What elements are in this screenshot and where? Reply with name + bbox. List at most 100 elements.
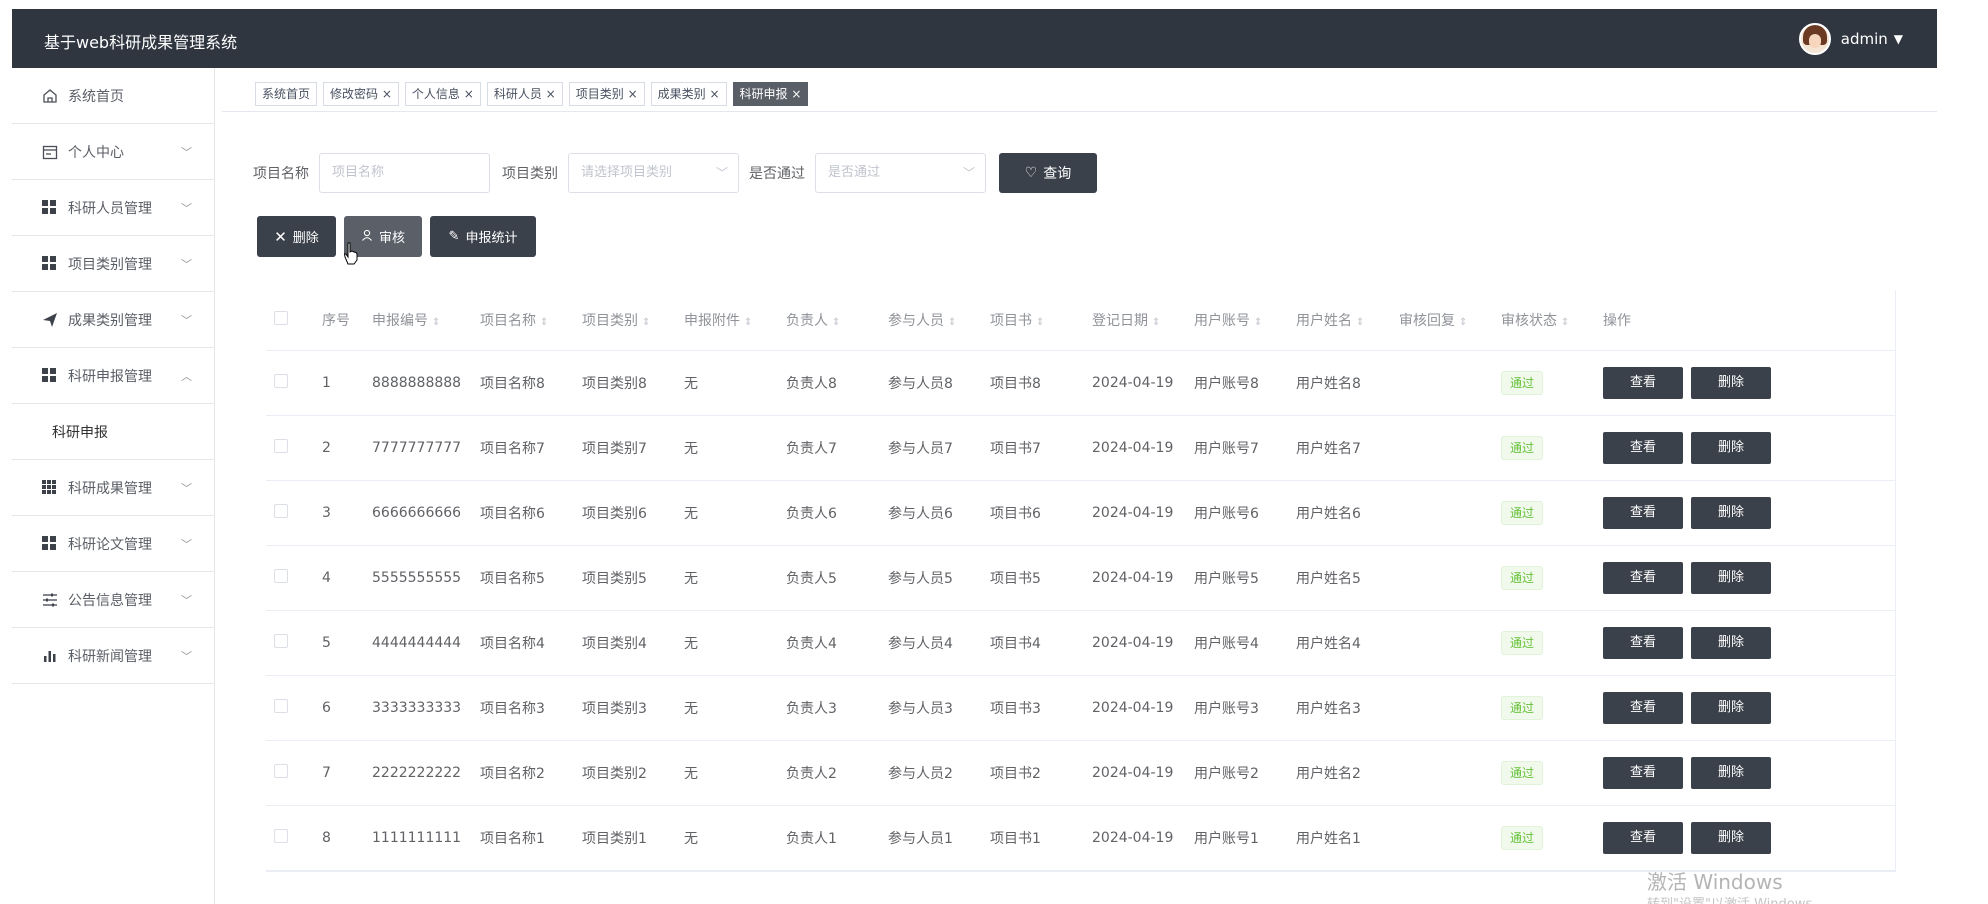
delete-button[interactable]: 删除 [1691, 757, 1771, 789]
row-checkbox-box[interactable] [274, 634, 288, 648]
cell-project-category: 项目类别1 [582, 831, 647, 847]
row-checkbox[interactable] [266, 764, 322, 782]
cell-review-status: 通过 [1501, 436, 1603, 460]
view-button[interactable]: 查看 [1603, 367, 1683, 399]
username[interactable]: admin [1841, 30, 1888, 48]
caret-down-icon[interactable]: ▼ [1894, 32, 1903, 46]
cell-user-name: 用户姓名8 [1296, 376, 1361, 392]
cell-leader: 负责人8 [786, 376, 837, 392]
row-checkbox[interactable] [266, 699, 322, 717]
delete-button[interactable]: 删除 [1691, 367, 1771, 399]
delete-button[interactable]: 删除 [1691, 432, 1771, 464]
sidebar-item-paper-mgmt[interactable]: 科研论文管理 ﹀ [12, 516, 214, 572]
cell-project-category: 项目类别4 [582, 636, 647, 652]
row-checkbox-box[interactable] [274, 569, 288, 583]
col-project-category[interactable]: 项目类别 ⇕ [582, 310, 684, 330]
tab-change-password[interactable]: 修改密码 × [323, 82, 399, 106]
project-category-select[interactable]: 请选择项目类别 ﹀ [568, 153, 739, 193]
delete-button[interactable]: 删除 [1691, 822, 1771, 854]
close-icon[interactable]: × [628, 87, 638, 101]
close-icon[interactable]: × [382, 87, 392, 101]
col-participants[interactable]: 参与人员 ⇕ [888, 310, 990, 330]
tab-home[interactable]: 系统首页 [255, 82, 318, 106]
sidebar-item-application-mgmt[interactable]: 科研申报管理 ︿ [12, 348, 214, 404]
col-review-status[interactable]: 审核状态 ⇕ [1501, 310, 1603, 330]
application-stats-button[interactable]: ✎ 申报统计 [430, 216, 536, 257]
view-button[interactable]: 查看 [1603, 432, 1683, 464]
row-checkbox-box[interactable] [274, 829, 288, 843]
tab-project-category[interactable]: 项目类别 × [568, 82, 645, 106]
row-checkbox[interactable] [266, 634, 322, 652]
row-checkbox-box[interactable] [274, 699, 288, 713]
sidebar-item-label: 科研论文管理 [68, 536, 152, 553]
row-checkbox-box[interactable] [274, 374, 288, 388]
sidebar-item-researcher-mgmt[interactable]: 科研人员管理 ﹀ [12, 180, 214, 236]
col-application-no[interactable]: 申报编号 ⇕ [372, 310, 480, 330]
delete-button[interactable]: 删除 [1691, 497, 1771, 529]
tab-researchers[interactable]: 科研人员 × [486, 82, 563, 106]
close-icon[interactable]: × [546, 87, 556, 101]
cell-user-account: 用户账号4 [1194, 636, 1259, 652]
status-badge: 通过 [1501, 371, 1544, 395]
view-button[interactable]: 查看 [1603, 627, 1683, 659]
col-user-account[interactable]: 用户账号 ⇕ [1194, 310, 1296, 330]
cell-review-status: 通过 [1501, 566, 1603, 590]
row-checkbox[interactable] [266, 569, 322, 587]
delete-button[interactable]: 删除 [1691, 692, 1771, 724]
sidebar-item-achievement-category-mgmt[interactable]: 成果类别管理 ﹀ [12, 292, 214, 348]
sidebar-item-home[interactable]: 系统首页 [12, 68, 214, 124]
delete-button[interactable]: 删除 [1691, 627, 1771, 659]
cell-application-no: 5555555555 [372, 570, 462, 586]
cell-participants: 参与人员5 [888, 571, 953, 587]
view-button[interactable]: 查看 [1603, 692, 1683, 724]
sidebar-item-news-mgmt[interactable]: 科研新闻管理 ﹀ [12, 628, 214, 684]
cell-user-account: 用户账号8 [1194, 376, 1259, 392]
app-title: 基于web科研成果管理系统 [44, 33, 238, 52]
row-checkbox-box[interactable] [274, 504, 288, 518]
cell-attachment: 无 [684, 831, 698, 847]
col-register-date[interactable]: 登记日期 ⇕ [1092, 310, 1194, 330]
row-checkbox-box[interactable] [274, 439, 288, 453]
col-project-name[interactable]: 项目名称 ⇕ [480, 310, 582, 330]
delete-button[interactable]: 删除 [1691, 562, 1771, 594]
avatar[interactable] [1798, 23, 1831, 55]
chevron-down-icon: ﹀ [181, 314, 192, 327]
col-leader[interactable]: 负责人 ⇕ [786, 310, 888, 330]
view-button[interactable]: 查看 [1603, 562, 1683, 594]
sidebar-subitem-application[interactable]: 科研申报 [12, 404, 214, 460]
view-button[interactable]: 查看 [1603, 497, 1683, 529]
sidebar-item-project-category-mgmt[interactable]: 项目类别管理 ﹀ [12, 236, 214, 292]
cell-operations: 查看 删除 [1603, 627, 1783, 659]
close-icon[interactable]: × [709, 87, 719, 101]
row-checkbox-box[interactable] [274, 764, 288, 778]
table-header: 序号 申报编号 ⇕ 项目名称 ⇕ 项目类别 ⇕ 申报附件 ⇕ 负责人 ⇕ 参与人员 ⇕ 项目… [266, 290, 1895, 351]
sidebar-item-personal-center[interactable]: 个人中心 ﹀ [12, 124, 214, 180]
top-bar: 基于web科研成果管理系统 admin ▼ [12, 9, 1937, 68]
col-attachment[interactable]: 申报附件 ⇕ [684, 310, 786, 330]
batch-delete-button[interactable]: ✕ 删除 [257, 216, 336, 257]
close-icon[interactable]: × [464, 87, 474, 101]
sidebar-item-label: 科研申报 [52, 424, 108, 441]
select-all-checkbox[interactable] [274, 311, 288, 325]
row-checkbox[interactable] [266, 504, 322, 522]
row-checkbox[interactable] [266, 439, 322, 457]
col-review-reply[interactable]: 审核回复 ⇕ [1399, 310, 1501, 330]
col-proposal[interactable]: 项目书 ⇕ [990, 310, 1092, 330]
sidebar-item-label: 科研申报管理 [68, 368, 152, 385]
passed-select[interactable]: 是否通过 ﹀ [815, 153, 986, 193]
col-user-name[interactable]: 用户姓名 ⇕ [1296, 310, 1399, 330]
project-name-input[interactable]: 项目名称 [319, 153, 490, 193]
query-button[interactable]: ♡ 查询 [999, 153, 1097, 193]
status-badge: 通过 [1501, 761, 1544, 785]
view-button[interactable]: 查看 [1603, 822, 1683, 854]
tab-achievement-category[interactable]: 成果类别 × [650, 82, 727, 106]
sidebar-item-achievement-mgmt[interactable]: 科研成果管理 ﹀ [12, 460, 214, 516]
view-button[interactable]: 查看 [1603, 757, 1683, 789]
user-menu[interactable]: admin ▼ [1798, 23, 1903, 55]
row-checkbox[interactable] [266, 374, 322, 392]
close-icon[interactable]: × [791, 87, 801, 101]
tab-application[interactable]: 科研申报 × [732, 82, 809, 106]
sidebar-item-notice-mgmt[interactable]: 公告信息管理 ﹀ [12, 572, 214, 628]
tab-personal-info[interactable]: 个人信息 × [404, 82, 481, 106]
row-checkbox[interactable] [266, 829, 322, 847]
